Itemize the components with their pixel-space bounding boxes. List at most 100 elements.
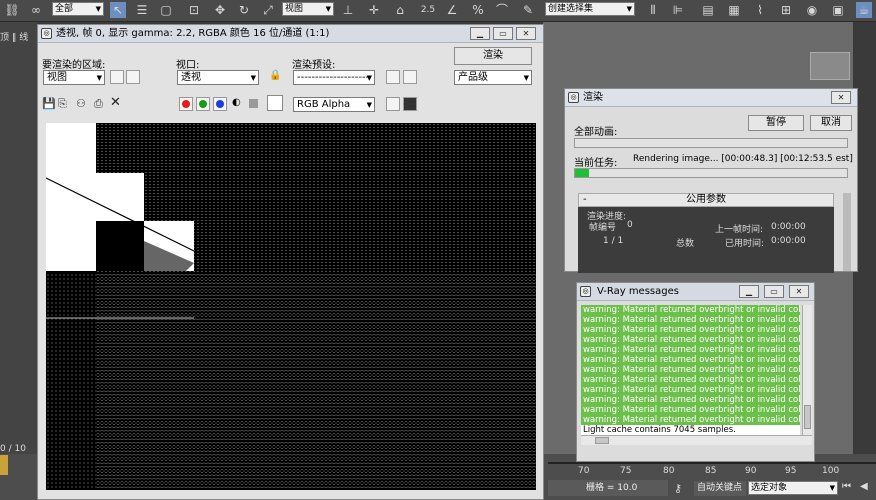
selection-filter-dropdown[interactable]: 全部 ▼ [52,2,104,16]
named-sets-icon[interactable]: ✎ [520,2,536,18]
save-image-icon[interactable]: 💾 [42,97,56,110]
prev-frame-icon[interactable]: ◀ [860,481,876,495]
reference-coord-dropdown[interactable]: 视图 ▼ [282,2,334,16]
region-select-icon[interactable]: ▢ [158,2,174,18]
schematic-icon[interactable]: ⊞ [778,2,794,18]
red-channel-toggle[interactable] [179,97,193,111]
vray-minimize-button[interactable]: ▁ [739,285,759,298]
tick-label: 100 [822,466,840,476]
vray-warning-line: warning: Material returned overbright or… [581,385,800,395]
vray-warning-line: warning: Material returned overbright or… [581,415,800,425]
common-params-rollout[interactable]: - 公用参数 [578,193,834,207]
spinner-snap-icon[interactable]: ⌒ [494,2,510,18]
curve-editor-icon[interactable]: ⌇ [752,2,768,18]
viewcube-icon[interactable] [810,52,850,80]
vray-title: V-Ray messages [597,286,679,297]
vray-vertical-scrollbar[interactable] [802,305,812,435]
link-icon[interactable]: ⛓ [4,2,20,18]
last-frame-label: 上一帧时间: [715,225,764,235]
render-icon[interactable]: ☕ [856,2,872,18]
key-icon[interactable]: ⚷ [668,482,688,496]
main-toolbar: ⛓ ∞ 全部 ▼ ↖ ☰ ▢ ⊡ ✥ ↻ ⤢ 视图 ▼ ⊥ ✛ ⌂ 2.5 ∠ % … [0,0,876,22]
vray-warning-line: warning: Material returned overbright or… [581,355,800,365]
render-dialog-close-button[interactable]: ✕ [831,91,851,104]
rollout-title: 公用参数 [686,194,726,205]
green-channel-toggle[interactable] [196,97,210,111]
vray-close-button[interactable]: ✕ [789,285,809,298]
material-icon[interactable]: ◉ [804,2,820,18]
minimize-button[interactable]: ▁ [470,27,490,40]
rotate-icon[interactable]: ↻ [236,2,252,18]
channel-select[interactable]: RGB Alpha ▼ [293,97,375,112]
frame-buffer-titlebar[interactable]: ◎ 透视, 帧 0, 显示 gamma: 2.2, RGBA 颜色 16 位/通… [38,25,543,43]
cancel-button[interactable]: 取消 [810,115,852,131]
mono-toggle-icon[interactable] [249,99,258,108]
auto-region-icon[interactable] [126,70,140,84]
vray-warning-line: warning: Material returned overbright or… [581,405,800,415]
autokey-button[interactable]: 自动关键点 [694,481,746,496]
render-dialog-titlebar[interactable]: ◎ 渲染 ✕ [565,89,857,107]
edit-region-icon[interactable] [110,70,124,84]
alpha-toggle-icon[interactable]: ◐ [232,97,241,108]
vray-hscroll-thumb[interactable] [595,437,609,444]
grid-size-label: 栅格 = 10.0 [548,480,668,496]
vray-maximize-button[interactable]: ▭ [764,285,784,298]
pivot-icon[interactable]: ⊥ [340,2,356,18]
render-button[interactable]: 渲染 [454,47,532,65]
vray-scroll-thumb[interactable] [804,405,811,429]
blue-channel-toggle[interactable] [213,97,227,111]
render-progress-dialog: ◎ 渲染 ✕ 全部动画: 暂停 取消 当前任务: Rendering image… [564,88,858,273]
channel-icon[interactable]: ⚇ [76,97,86,110]
snap-icon[interactable]: 2.5 [420,2,436,18]
percent-snap-icon[interactable]: % [470,2,486,18]
clone-icon[interactable]: ⎘ [58,97,67,111]
goto-start-icon[interactable]: ⏮ [842,481,858,495]
environment-icon[interactable] [403,70,417,84]
print-icon[interactable]: ⎙ [94,97,103,111]
render-setup-icon[interactable]: ▣ [830,2,846,18]
viewport-label: 视口: [176,60,200,71]
select-manipulate-icon[interactable]: ✛ [366,2,382,18]
autokey-select[interactable]: 选定对象 ▼ [748,481,838,495]
vray-warning-line: warning: Material returned overbright or… [581,395,800,405]
tick-label: 75 [620,466,632,476]
maximize-button[interactable]: ▭ [493,27,513,40]
vray-message-log[interactable]: warning: Material returned overbright or… [581,305,800,435]
vray-horizontal-scrollbar[interactable] [581,435,812,445]
selection-set-dropdown[interactable]: 创建选择集 ▼ [545,2,635,16]
clear-icon[interactable]: ✕ [110,95,121,110]
render-canvas[interactable] [46,123,536,490]
move-icon[interactable]: ✥ [212,2,228,18]
toggle-ui-icon[interactable] [403,97,417,111]
rollout-collapse-icon: - [583,194,587,205]
viewport-select[interactable]: 透视 ▼ [177,70,259,85]
quality-select[interactable]: 产品级 ▼ [454,70,532,85]
lock-icon[interactable]: 🔒 [269,70,281,81]
close-button[interactable]: ✕ [516,27,536,40]
preset-select[interactable]: -------------------- ▼ [293,70,375,85]
time-slider[interactable] [0,455,8,475]
mirror-icon[interactable]: ⫴ [645,2,661,18]
keyboard-shortcut-icon[interactable]: ⌂ [392,2,408,18]
scale-icon[interactable]: ⤢ [260,2,276,18]
rollout-scrollbar[interactable] [843,193,851,271]
blue-dot-icon [216,100,224,108]
select-icon[interactable]: ↖ [110,2,126,18]
swatch-icon[interactable] [267,95,283,111]
display-toggle-icon[interactable] [386,97,400,111]
ribbon-icon[interactable]: ▦ [726,2,742,18]
select-by-name-icon[interactable]: ☰ [134,2,150,18]
align-icon[interactable]: ⊫ [670,2,686,18]
preset-save-icon[interactable] [386,70,400,84]
angle-snap-icon[interactable]: ∠ [444,2,460,18]
vray-titlebar[interactable]: ◎ V-Ray messages ▁ ▭ ✕ [577,283,814,301]
window-icon: ◎ [41,28,52,39]
vray-warning-line: warning: Material returned overbright or… [581,365,800,375]
frame-buffer-window: ◎ 透视, 帧 0, 显示 gamma: 2.2, RGBA 颜色 16 位/通… [37,24,544,500]
elapsed-label: 已用时间: [725,239,765,249]
unlink-icon[interactable]: ∞ [28,2,44,18]
layer-icon[interactable]: ▤ [700,2,716,18]
area-select[interactable]: 视图 ▼ [43,70,105,85]
pause-button[interactable]: 暂停 [748,115,804,131]
window-crossing-icon[interactable]: ⊡ [186,2,202,18]
